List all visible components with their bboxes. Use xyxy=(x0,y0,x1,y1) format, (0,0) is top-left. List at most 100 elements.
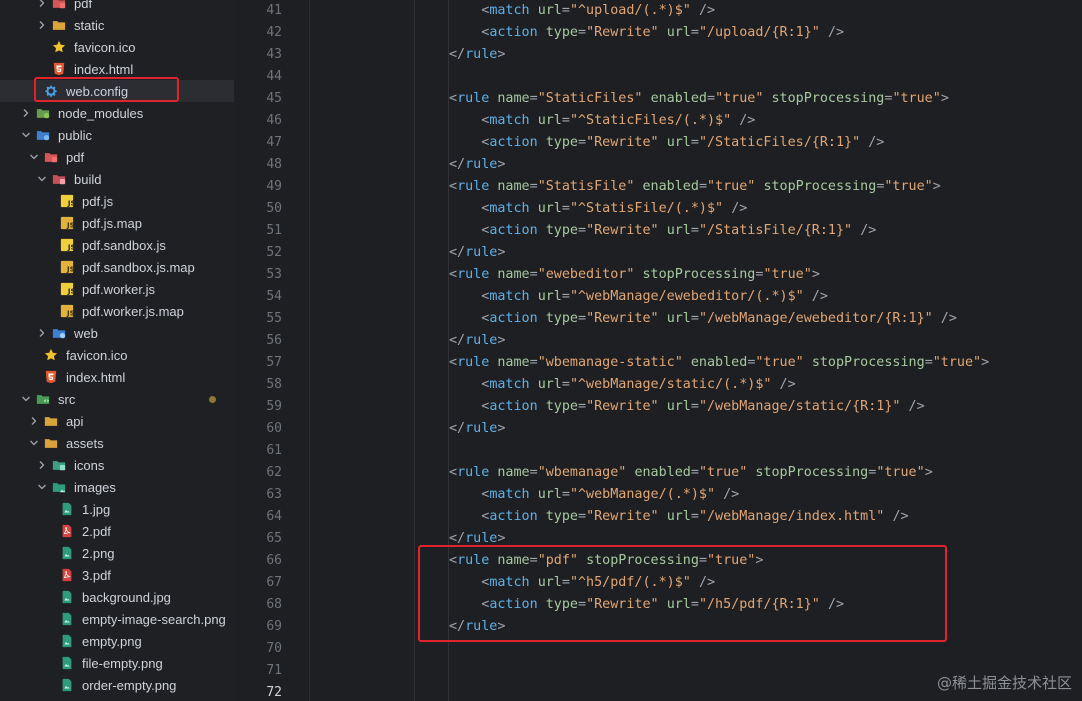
chevron-right-icon[interactable] xyxy=(36,0,48,14)
xml-tag-token: action xyxy=(489,135,538,150)
folder-public-icon xyxy=(36,128,50,142)
tree-item-label: static xyxy=(74,17,105,33)
folder-item-api[interactable]: api xyxy=(0,410,234,432)
folder-item-public[interactable]: public xyxy=(0,124,234,146)
xml-punctuation-token: < xyxy=(449,465,458,480)
chevron-right-icon[interactable] xyxy=(28,410,40,432)
line-number: 53 xyxy=(266,267,282,282)
file-item-1-jpg[interactable]: 1.jpg xyxy=(0,498,234,520)
html5-icon xyxy=(52,62,66,76)
xml-attribute-token: url xyxy=(537,289,562,304)
tree-item-label: 2.png xyxy=(82,545,115,561)
xml-punctuation-token: /> xyxy=(731,201,748,216)
chevron-right-icon[interactable] xyxy=(36,454,48,476)
xml-tag-token: match xyxy=(489,3,530,18)
tree-item-label: pdf.worker.js xyxy=(82,281,155,297)
file-item-pdf-worker-js-map[interactable]: JS pdf.worker.js.map xyxy=(0,300,234,322)
folder-item-assets[interactable]: assets xyxy=(0,432,234,454)
xml-punctuation-token: </ xyxy=(449,157,466,172)
file-item-3-pdf[interactable]: 3.pdf xyxy=(0,564,234,586)
tree-item-label: pdf.js.map xyxy=(82,215,142,231)
image-icon xyxy=(60,502,74,516)
chevron-down-icon[interactable] xyxy=(20,388,32,410)
xml-punctuation-token: </ xyxy=(449,421,466,436)
javascript-icon: JS xyxy=(60,282,74,296)
pdf-file-icon xyxy=(60,568,74,582)
xml-punctuation-token: /> xyxy=(739,113,756,128)
file-item-empty-image-search-png[interactable]: empty-image-search.png xyxy=(0,608,234,630)
chevron-right-icon[interactable] xyxy=(36,322,48,344)
folder-item-static[interactable]: static xyxy=(0,14,234,36)
folder-item-src[interactable]: src xyxy=(0,388,234,410)
file-item-file-empty-png[interactable]: file-empty.png xyxy=(0,652,234,674)
xml-string-token: "true" xyxy=(715,91,764,106)
folder-item-icons[interactable]: icons xyxy=(0,454,234,476)
line-number: 45 xyxy=(266,91,282,106)
xml-punctuation-token: = xyxy=(707,91,716,106)
javascript-map-icon: JS xyxy=(60,260,74,274)
file-item-pdf-sandbox-js[interactable]: JS pdf.sandbox.js xyxy=(0,234,234,256)
folder-item-build[interactable]: build xyxy=(0,168,234,190)
xml-attribute-token: url xyxy=(666,25,691,40)
chevron-down-icon[interactable] xyxy=(36,168,48,190)
xml-punctuation-token: > xyxy=(497,245,506,260)
xml-punctuation-token: > xyxy=(497,333,506,348)
file-item-index-html[interactable]: index.html xyxy=(0,366,234,388)
folder-item-pdf[interactable]: pdf xyxy=(0,0,234,14)
file-item-2-pdf[interactable]: 2.pdf xyxy=(0,520,234,542)
line-number: 49 xyxy=(266,179,282,194)
tree-item-label: pdf.sandbox.js xyxy=(82,237,166,253)
xml-punctuation-token: /> xyxy=(908,399,925,414)
folder-item-images[interactable]: images xyxy=(0,476,234,498)
chevron-down-icon[interactable] xyxy=(20,124,32,146)
svg-text:JS: JS xyxy=(66,309,74,317)
chevron-down-icon[interactable] xyxy=(28,432,40,454)
file-item-background-jpg[interactable]: background.jpg xyxy=(0,586,234,608)
file-item-pdf-js[interactable]: JS pdf.js xyxy=(0,190,234,212)
html5-icon xyxy=(44,370,58,384)
xml-punctuation-token: = xyxy=(690,25,699,40)
file-item-favicon-ico[interactable]: favicon.ico xyxy=(0,344,234,366)
folder-item-node-modules[interactable]: node_modules xyxy=(0,102,234,124)
file-item-empty-png[interactable]: empty.png xyxy=(0,630,234,652)
code-line: <match url="^upload/(.*)$" /> xyxy=(449,0,715,22)
highlight-box-web-config xyxy=(34,77,179,102)
tree-item-label: pdf xyxy=(66,149,85,165)
code-line: <match url="^webManage/ewebeditor/(.*)$"… xyxy=(449,286,828,308)
folder-item-pdf[interactable]: pdf xyxy=(0,146,234,168)
file-item-pdf-js-map[interactable]: JS pdf.js.map xyxy=(0,212,234,234)
image-icon xyxy=(60,590,74,604)
xml-punctuation-token: > xyxy=(932,179,941,194)
xml-attribute-token: name xyxy=(497,465,530,480)
file-item-order-empty-png[interactable]: order-empty.png xyxy=(0,674,234,696)
line-number: 67 xyxy=(266,575,282,590)
file-item-favicon-ico[interactable]: favicon.ico xyxy=(0,36,234,58)
xml-string-token: "Rewrite" xyxy=(586,399,659,414)
file-item-2-png[interactable]: 2.png xyxy=(0,542,234,564)
folder-icons-icon xyxy=(52,458,66,472)
xml-punctuation-token: = xyxy=(924,355,933,370)
chevron-down-icon[interactable] xyxy=(36,476,48,498)
file-item-pdf-worker-js[interactable]: JS pdf.worker.js xyxy=(0,278,234,300)
folder-item-web[interactable]: web xyxy=(0,322,234,344)
folder-images-icon xyxy=(52,480,66,494)
chevron-right-icon[interactable] xyxy=(20,102,32,124)
file-item-pdf-sandbox-js-map[interactable]: JS pdf.sandbox.js.map xyxy=(0,256,234,278)
line-number: 54 xyxy=(266,289,282,304)
chevron-right-icon[interactable] xyxy=(36,14,48,36)
chevron-down-icon[interactable] xyxy=(28,146,40,168)
xml-punctuation-token: < xyxy=(449,355,458,370)
xml-punctuation-token: = xyxy=(561,201,570,216)
code-line: <rule name="ewebeditor" stopProcessing="… xyxy=(449,264,820,286)
